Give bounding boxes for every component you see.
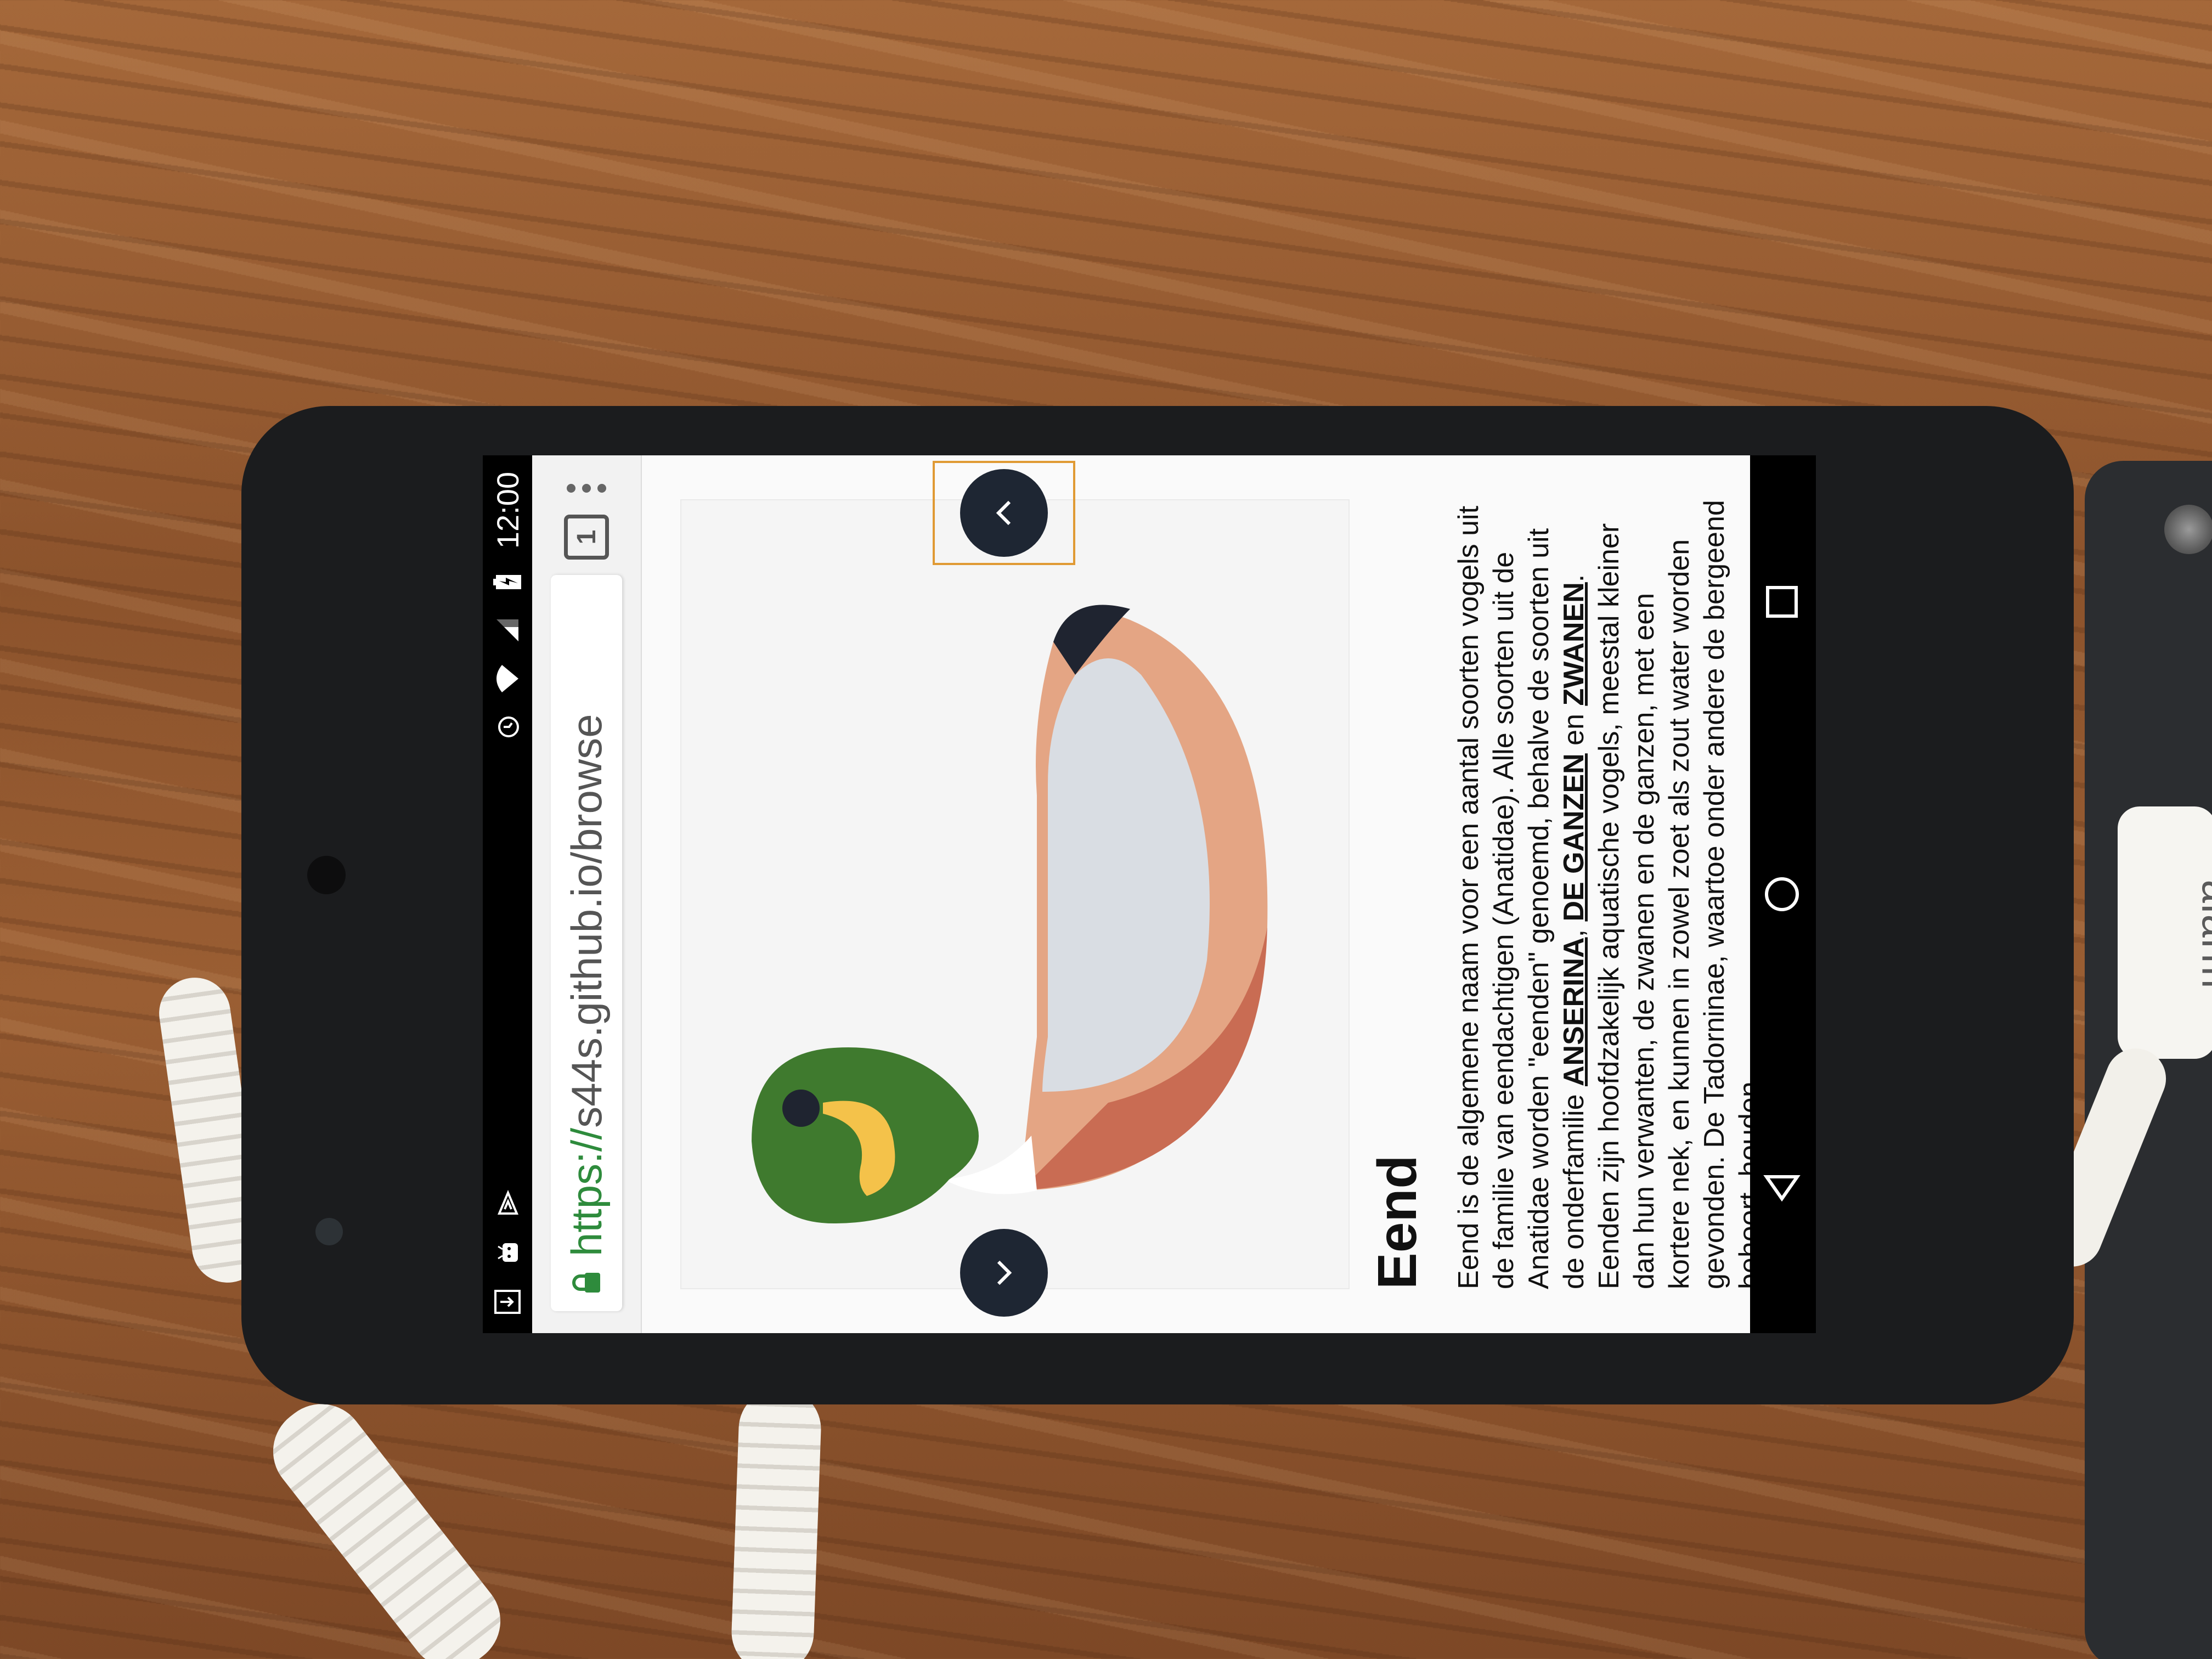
duck-illustration	[752, 605, 1268, 1223]
phone-screen: 12:00 https://s44s.github.io/browse 1 Ee…	[483, 455, 1816, 1333]
tab-switcher-button[interactable]: 1	[564, 515, 609, 560]
back-icon	[1763, 1175, 1801, 1202]
phone-security-cable	[255, 1386, 518, 1659]
status-time: 12:00	[490, 472, 525, 549]
article-period: .	[1558, 574, 1590, 583]
article-body: Eend is de algemene naam voor een aantal…	[1451, 499, 1767, 1289]
front-camera-icon	[315, 1218, 343, 1245]
alarm-clock-icon	[493, 712, 522, 742]
wifi-icon	[493, 664, 522, 693]
battery-charging-icon	[493, 567, 522, 597]
web-page: Eend Eend is de algemene naam voor een a…	[642, 455, 1765, 1333]
lock-icon	[562, 1271, 612, 1295]
url-bar[interactable]: https://s44s.github.io/browse	[551, 575, 622, 1311]
earpiece-icon	[307, 856, 346, 894]
duck-eye	[782, 1090, 820, 1127]
article-paragraph-2: Eenden zijn hoofdzakelijk aquatische vog…	[1593, 500, 1765, 1289]
recents-icon	[1765, 585, 1798, 618]
link-zwanen[interactable]: ZWANEN	[1558, 582, 1590, 706]
download-icon	[493, 1287, 522, 1317]
recents-button[interactable]	[1760, 580, 1807, 624]
android-icon	[493, 1238, 522, 1267]
overflow-menu-icon[interactable]	[567, 477, 606, 499]
android-nav-bar	[1750, 455, 1816, 1333]
browser-toolbar: https://s44s.github.io/browse 1	[532, 455, 642, 1333]
url-text: s44s.github.io/browse	[562, 714, 611, 1128]
signal-icon	[493, 616, 522, 645]
back-button[interactable]	[1760, 1165, 1807, 1209]
link-de-ganzen[interactable]: DE GANZEN	[1558, 753, 1590, 921]
chevron-up-icon	[996, 500, 1011, 526]
article-separator: ,	[1558, 921, 1590, 938]
scroll-down-button[interactable]	[960, 1229, 1048, 1317]
status-bar: 12:00	[483, 455, 532, 1333]
phone-security-cable	[730, 1386, 823, 1659]
screw-icon	[2164, 505, 2212, 554]
home-button[interactable]	[1760, 872, 1807, 916]
chevron-down-icon	[997, 1260, 1012, 1285]
article-separator: en	[1558, 706, 1590, 754]
alarm-label: alarm	[2193, 879, 2212, 990]
scroll-up-button[interactable]	[960, 469, 1048, 557]
link-anserina[interactable]: ANSERINA	[1558, 937, 1590, 1086]
url-scheme: https://	[562, 1127, 611, 1256]
article-title: Eend	[1367, 1155, 1428, 1289]
notification-icon	[493, 1188, 522, 1218]
article: Eend Eend is de algemene naam voor een a…	[1366, 499, 1767, 1289]
home-icon	[1764, 877, 1799, 912]
